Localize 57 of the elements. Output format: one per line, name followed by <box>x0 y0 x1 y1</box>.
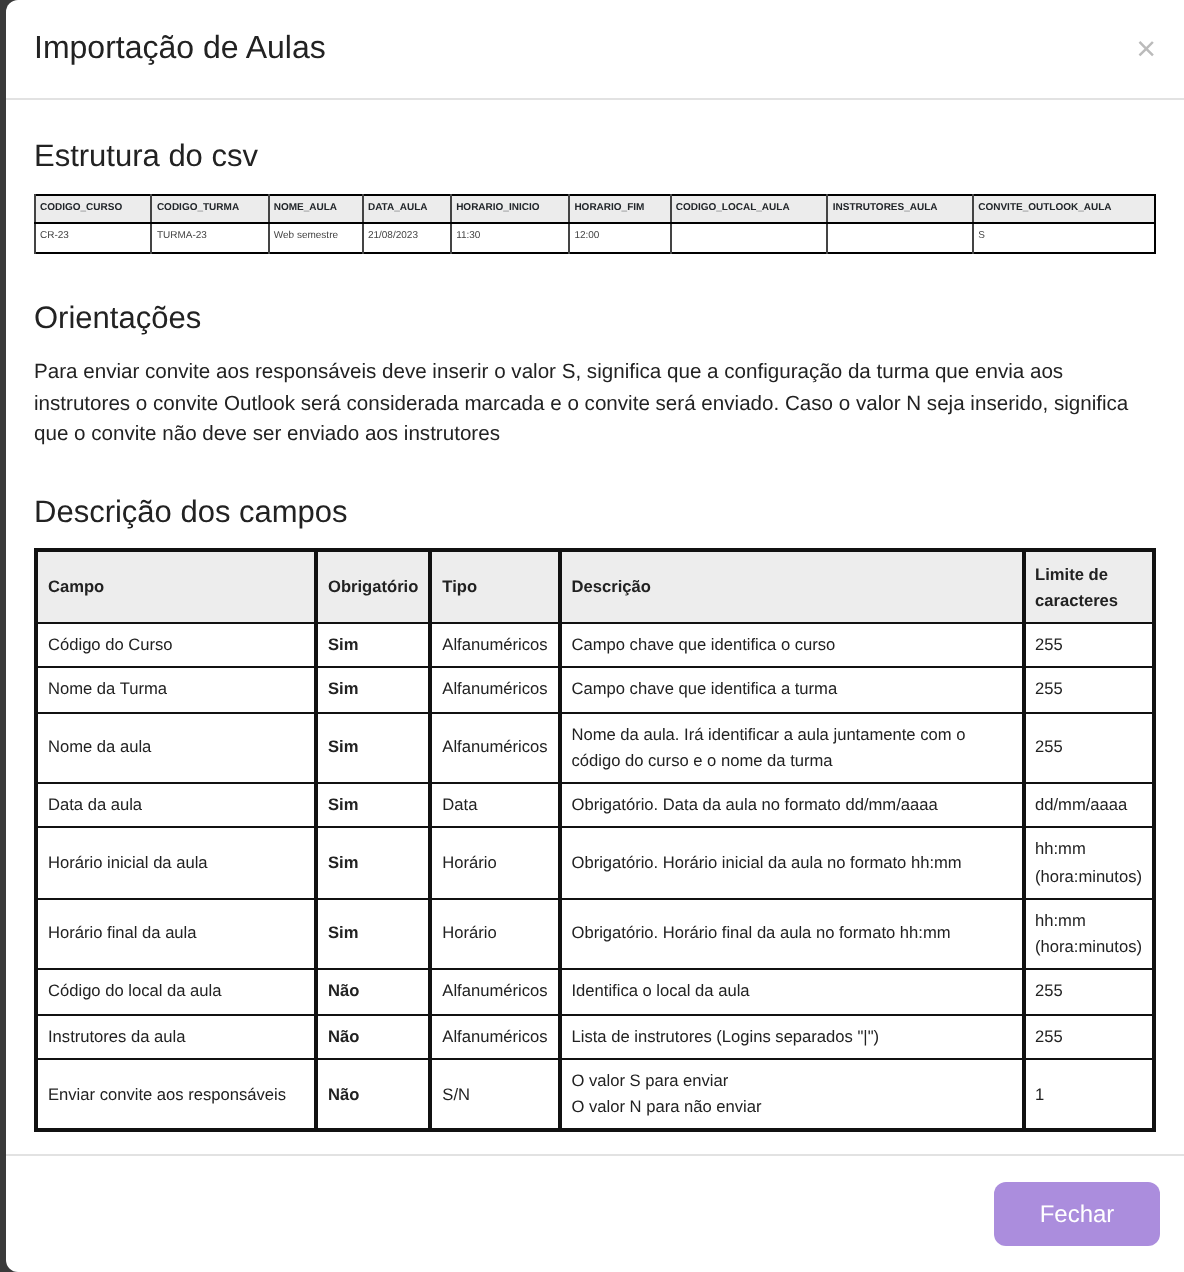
table-cell: Data da aula <box>48 794 143 815</box>
table-cell: Não <box>328 980 360 1001</box>
table-cell: Código do Curso <box>48 633 173 654</box>
table-cell: S/N <box>442 1083 471 1104</box>
table-cell: Nome da Turma <box>48 678 167 699</box>
table-cell: hh:mm (hora:minutos) <box>1035 838 1143 886</box>
section-heading: Orientações <box>34 301 204 339</box>
table-cell: Alfanuméricos <box>442 736 548 757</box>
table-cell: 255 <box>1035 1025 1063 1046</box>
guidance-paragraph: Para enviar convite aos responsáveis deve inserir o valor S, significa que a configuração da turma que envia aos instrutores o convite Outlook será considerada marcada e o convite será enviado. Caso o valor N seja inserido, significa que o convite não deve ser enviado aos instrutores <box>34 360 1131 451</box>
table-cell: Campo chave que identifica a turma <box>571 678 838 699</box>
column-header: Obrigatório <box>328 576 419 597</box>
table-cell: O valor S para enviar O valor N para não enviar <box>571 1069 762 1117</box>
table-cell: Lista de instrutores (Logins separados "|") <box>571 1025 880 1046</box>
table-cell: Nome da aula. Irá identificar a aula juntamente com o código do curso e o nome da turma <box>571 723 966 770</box>
table-cell: dd/mm/aaaa <box>1035 794 1128 815</box>
table-cell: Sim <box>328 922 359 943</box>
table-cell: Horário <box>442 922 497 943</box>
table-cell: Não <box>328 1025 360 1046</box>
table-cell: Alfanuméricos <box>442 678 548 699</box>
section-heading: Descrição dos campos <box>34 495 350 533</box>
close-button[interactable]: × <box>1136 32 1156 66</box>
table-cell: Obrigatório. Data da aula no formato dd/mm/aaaa <box>571 794 938 815</box>
table-cell: 255 <box>1035 736 1063 757</box>
section-heading: Estrutura do csv <box>34 140 260 178</box>
close-button[interactable]: Fechar <box>994 1182 1160 1246</box>
table-cell: Instrutores da aula <box>48 1025 186 1046</box>
column-header: Tipo <box>442 576 478 597</box>
column-header: Campo <box>48 576 105 597</box>
table-cell: Horário final da aula <box>48 922 197 943</box>
table-cell: 255 <box>1035 633 1063 654</box>
table-cell: Horário <box>442 851 497 872</box>
table-cell: Obrigatório. Horário inicial da aula no formato hh:mm <box>571 851 962 872</box>
table-cell: Alfanuméricos <box>442 1025 548 1046</box>
table-cell: Horário inicial da aula <box>48 851 208 872</box>
table-cell: Obrigatório. Horário final da aula no formato hh:mm <box>571 922 951 943</box>
table-cell: Sim <box>328 678 359 699</box>
modal-title: Importação de Aulas <box>34 29 326 69</box>
table-cell: Enviar convite aos responsáveis <box>48 1083 286 1104</box>
table-cell: Sim <box>328 736 359 757</box>
table-cell: 255 <box>1035 980 1063 1001</box>
table-cell: Campo chave que identifica o curso <box>571 633 836 654</box>
table-cell: 255 <box>1035 678 1063 699</box>
table-cell: Alfanuméricos <box>442 633 548 654</box>
table-cell: Nome da aula <box>48 736 152 757</box>
table-cell: Identifica o local da aula <box>571 980 750 1001</box>
table-cell: Sim <box>328 794 359 815</box>
column-header: Descrição <box>571 576 651 597</box>
table-cell: Sim <box>328 633 359 654</box>
table-cell: hh:mm (hora:minutos) <box>1035 909 1143 957</box>
table-cell: 1 <box>1035 1083 1045 1104</box>
table-cell: Não <box>328 1083 360 1104</box>
table-cell: Alfanuméricos <box>442 980 548 1001</box>
column-header: Limite de caracteres <box>1035 564 1119 610</box>
table-cell: Sim <box>328 851 359 872</box>
table-cell: Código do local da aula <box>48 980 222 1001</box>
table-cell: Data <box>442 794 478 815</box>
